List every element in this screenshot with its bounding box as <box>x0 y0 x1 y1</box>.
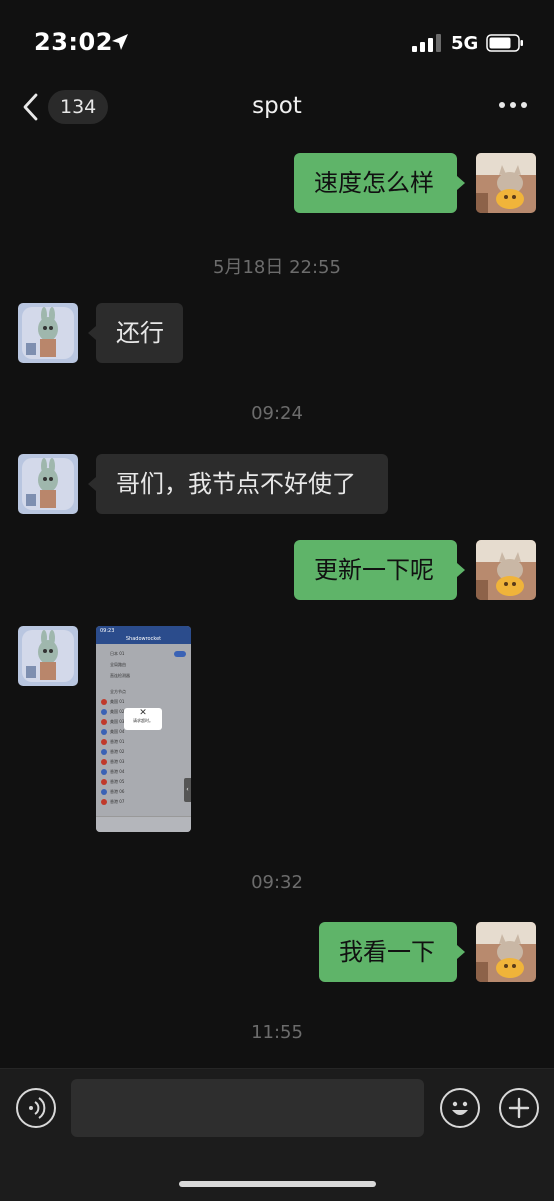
network-type: 5G <box>451 33 479 54</box>
thumb-header: 09:23 Shadowrocket <box>96 626 191 644</box>
thumb-node-icon <box>101 749 107 755</box>
add-button[interactable] <box>499 1088 539 1128</box>
thumb-node-label: 香港 04 <box>110 769 125 774</box>
thumb-node-row: 美国 01 <box>100 697 187 707</box>
bubble-tail <box>457 563 465 577</box>
thumb-popup-text: 请求超时。 <box>133 718 153 723</box>
my-avatar[interactable] <box>476 153 536 213</box>
thumb-node-label: 香港 03 <box>110 759 125 764</box>
image-message-thumbnail[interactable]: 09:23 Shadowrocket 日本 01 全局路由 直连检测器 全方节点… <box>96 626 191 832</box>
thumb-node-label: 美国 04 <box>110 729 125 734</box>
home-indicator[interactable] <box>179 1181 376 1187</box>
thumb-app-title: Shadowrocket <box>125 636 162 642</box>
thumb-node-label: 香港 07 <box>110 799 125 804</box>
message-input[interactable] <box>71 1079 424 1137</box>
thumb-side-handle: ‹ <box>184 778 191 802</box>
thumb-node-icon <box>101 709 107 715</box>
thumb-node-label: 美国 02 <box>110 709 125 714</box>
bubble-tail <box>457 176 465 190</box>
message-bubble-outgoing[interactable]: 更新一下呢 <box>294 540 457 600</box>
signal-bars-icon <box>412 34 441 52</box>
contact-avatar[interactable] <box>18 454 78 514</box>
my-avatar[interactable] <box>476 922 536 982</box>
thumb-node-icon <box>101 699 107 705</box>
time-stamp: 11:55 <box>251 1022 303 1043</box>
thumb-row: 全局路由 <box>110 662 126 667</box>
thumb-node-label: 美国 01 <box>110 699 125 704</box>
more-dots-icon[interactable] <box>498 100 528 110</box>
contact-avatar[interactable] <box>18 303 78 363</box>
location-arrow-icon <box>112 34 128 50</box>
thumb-node-label: 香港 06 <box>110 789 125 794</box>
my-avatar[interactable] <box>476 540 536 600</box>
message-bubble-incoming[interactable]: 哥们，我节点不好使了 <box>96 454 388 514</box>
thumb-node-row: 香港 07 <box>100 797 187 807</box>
chat-title: spot <box>252 93 302 119</box>
plus-icon <box>508 1097 530 1119</box>
battery-icon <box>486 34 523 52</box>
time-stamp: 5月18日 22:55 <box>213 257 341 278</box>
thumb-node-icon <box>101 729 107 735</box>
thumb-node-row: 香港 02 <box>100 747 187 757</box>
thumb-time: 09:23 <box>100 628 115 634</box>
thumb-node-icon <box>101 799 107 805</box>
thumb-node-row: 香港 01 <box>100 737 187 747</box>
voice-button[interactable] <box>16 1088 56 1128</box>
thumb-node-row: 香港 03 <box>100 757 187 767</box>
thumb-node-icon <box>101 739 107 745</box>
emoji-icon <box>452 1101 468 1115</box>
thumb-node-label: 美国 03 <box>110 719 125 724</box>
time-stamp: 09:32 <box>251 872 303 893</box>
thumb-node-icon <box>101 759 107 765</box>
thumb-node-row: 香港 05 <box>100 777 187 787</box>
message-bubble-incoming[interactable]: 还行 <box>96 303 183 363</box>
thumb-node-row: 香港 04 <box>100 767 187 777</box>
bubble-tail <box>457 945 465 959</box>
thumb-node-icon <box>101 719 107 725</box>
thumb-node-label: 香港 05 <box>110 779 125 784</box>
thumb-node-icon <box>101 789 107 795</box>
thumb-toggle <box>174 651 186 657</box>
message-bubble-outgoing[interactable]: 我看一下 <box>319 922 457 982</box>
contact-avatar[interactable] <box>18 626 78 686</box>
thumb-row: 直连检测器 <box>110 673 130 678</box>
thumb-node-icon <box>101 779 107 785</box>
thumb-section: 全方节点 <box>110 689 126 694</box>
message-bubble-outgoing[interactable]: 速度怎么样 <box>294 153 457 213</box>
thumb-settings: 日本 01 全局路由 直连检测器 <box>100 648 187 682</box>
thumb-node-icon <box>101 769 107 775</box>
thumb-popup: ✕ 请求超时。 <box>124 708 162 730</box>
thumb-node-label: 香港 02 <box>110 749 125 754</box>
emoji-button[interactable] <box>440 1088 480 1128</box>
thumb-tabbar <box>96 816 191 832</box>
voice-icon <box>29 1097 46 1119</box>
bubble-tail <box>88 326 96 340</box>
time-stamp: 09:24 <box>251 403 303 424</box>
thumb-node-label: 香港 01 <box>110 739 125 744</box>
thumb-node-row: 香港 06 <box>100 787 187 797</box>
status-time: 23:02 <box>34 28 113 56</box>
bubble-tail <box>88 477 96 491</box>
